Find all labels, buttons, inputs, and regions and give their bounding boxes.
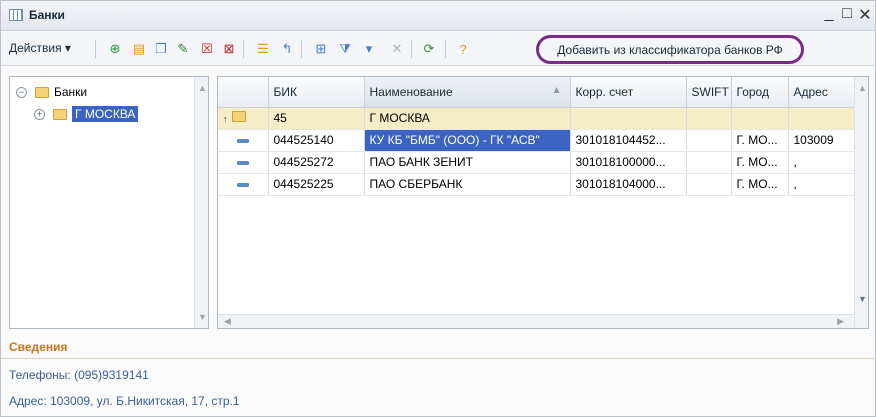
- add-from-classifier-label: Добавить из классификатора банков РФ: [557, 42, 783, 57]
- toolbar: Действия ▾ ⊕ ▤ ❐ ✎ ☒ ⊠ ☰ ↰ ⊞ ⧩ ▾ ✕ ⟳ ? Д…: [1, 32, 875, 66]
- item-icon: [236, 182, 249, 187]
- groups-tree: − Банки + Г МОСКВА ▲ ▼: [9, 76, 209, 329]
- column-header-city[interactable]: Город: [731, 77, 789, 108]
- delete-icon[interactable]: ☒: [197, 39, 217, 59]
- tree-item-root[interactable]: − Банки: [16, 83, 87, 101]
- filter-history-icon[interactable]: ▾: [359, 39, 379, 59]
- folder-icon: [53, 108, 67, 120]
- scroll-up-icon[interactable]: ▲: [858, 83, 867, 93]
- toolbar-separator: [243, 40, 244, 58]
- tree-item-moscow[interactable]: + Г МОСКВА: [34, 105, 139, 123]
- scroll-down-icon[interactable]: ▼: [858, 294, 867, 304]
- close-button[interactable]: ✕: [857, 5, 873, 25]
- banks-table: БИК Наименование ▲ Корр. счет SWIFT Горо…: [218, 77, 857, 196]
- edit-icon[interactable]: ✎: [173, 39, 193, 59]
- cell-bik: 044525272: [268, 151, 365, 174]
- scroll-up-icon[interactable]: ▲: [198, 83, 207, 93]
- cell-corr: 301018104000...: [570, 173, 687, 196]
- cell-swift: [686, 151, 732, 174]
- window-title: Банки: [29, 8, 65, 22]
- column-header-address[interactable]: Адрес: [788, 77, 857, 108]
- scroll-right-icon[interactable]: ▶: [837, 316, 844, 327]
- group-icon-cell: ↑: [218, 107, 269, 130]
- clear-filter-icon[interactable]: ✕: [387, 39, 407, 59]
- toolbar-separator: [301, 40, 302, 58]
- cell-bik: 044525140: [268, 129, 365, 152]
- level-up-arrow-icon: ↑: [223, 114, 228, 124]
- toolbar-separator: [95, 40, 96, 58]
- banks-window: Банки _ □ ✕ Действия ▾ ⊕ ▤ ❐ ✎ ☒ ⊠ ☰ ↰ ⊞…: [0, 0, 876, 417]
- level-up-icon[interactable]: ↰: [277, 39, 297, 59]
- column-header-swift[interactable]: SWIFT: [686, 77, 732, 108]
- cell-corr: 301018100000...: [570, 151, 687, 174]
- actions-menu-button[interactable]: Действия ▾: [9, 41, 71, 55]
- group-name: Г МОСКВА: [364, 107, 571, 130]
- item-icon: [236, 160, 249, 165]
- cell-address: 103009: [788, 129, 857, 152]
- table-row[interactable]: 044525272 ПАО БАНК ЗЕНИТ 301018100000...…: [218, 151, 857, 174]
- filter-value-icon[interactable]: ⊞: [311, 39, 331, 59]
- column-header-name[interactable]: Наименование ▲: [364, 77, 571, 108]
- cell-address: ,: [788, 173, 857, 196]
- cell-bik: 044525225: [268, 173, 365, 196]
- tree-item-label: Банки: [54, 85, 88, 99]
- column-header-label: Наименование: [369, 84, 453, 99]
- collapse-icon[interactable]: −: [16, 86, 27, 98]
- table-row[interactable]: 044525225 ПАО СБЕРБАНК 301018104000... Г…: [218, 173, 857, 196]
- copy-icon[interactable]: ❐: [151, 39, 171, 59]
- details-panel: Сведения Телефоны: (095)9319141 Адрес: 1…: [1, 334, 875, 416]
- folder-icon: [35, 86, 49, 98]
- table-row[interactable]: 044525140 КУ КБ "БМБ" (ООО) - ГК "АСВ" 3…: [218, 129, 857, 152]
- cell-swift: [686, 129, 732, 152]
- cell-city: Г. МО...: [731, 129, 789, 152]
- minimize-button[interactable]: _: [821, 5, 837, 23]
- hierarchy-icon[interactable]: ☰: [253, 39, 273, 59]
- cell-city: Г. МО...: [731, 151, 789, 174]
- cell-swift: [686, 173, 732, 196]
- cell-name: ПАО БАНК ЗЕНИТ: [364, 151, 571, 174]
- group-code: 45: [268, 107, 365, 130]
- details-phones: Телефоны: (095)9319141: [9, 368, 149, 382]
- table-row-group[interactable]: ↑ 45 Г МОСКВА: [218, 107, 857, 130]
- column-header-corr[interactable]: Корр. счет: [570, 77, 687, 108]
- cell-name: КУ КБ "БМБ" (ООО) - ГК "АСВ": [364, 129, 571, 152]
- refresh-icon[interactable]: ⟳: [419, 39, 439, 59]
- toolbar-separator: [445, 40, 446, 58]
- table-vertical-scrollbar[interactable]: ▲ ▼: [854, 77, 868, 328]
- mark-deletion-icon[interactable]: ⊠: [219, 39, 239, 59]
- item-icon: [236, 138, 249, 143]
- cell-address: ,: [788, 151, 857, 174]
- table-horizontal-scrollbar[interactable]: ◀ ▶: [218, 314, 854, 328]
- details-address: Адрес: 103009, ул. Б.Никитская, 17, стр.…: [9, 394, 240, 408]
- help-icon[interactable]: ?: [453, 39, 473, 59]
- add-group-icon[interactable]: ▤: [129, 39, 149, 59]
- sort-icon: ▲: [551, 84, 562, 96]
- maximize-button[interactable]: □: [839, 5, 855, 23]
- column-header-icon[interactable]: [218, 77, 269, 108]
- add-icon[interactable]: ⊕: [105, 39, 125, 59]
- row-icon-cell: [218, 151, 269, 174]
- title-bar: Банки _ □ ✕: [1, 1, 875, 31]
- expand-icon[interactable]: +: [34, 108, 45, 120]
- details-header: Сведения: [9, 340, 68, 354]
- banks-table-panel: БИК Наименование ▲ Корр. счет SWIFT Горо…: [217, 76, 869, 329]
- toolbar-separator: [411, 40, 412, 58]
- cell-corr: 301018104452...: [570, 129, 687, 152]
- cell-name: ПАО СБЕРБАНК: [364, 173, 571, 196]
- table-icon: [9, 9, 23, 21]
- row-icon-cell: [218, 129, 269, 152]
- scroll-down-icon[interactable]: ▼: [198, 312, 207, 322]
- add-from-classifier-button[interactable]: Добавить из классификатора банков РФ: [536, 35, 804, 64]
- cell-city: Г. МО...: [731, 173, 789, 196]
- table-header-row: БИК Наименование ▲ Корр. счет SWIFT Горо…: [218, 77, 857, 108]
- tree-scrollbar[interactable]: ▲ ▼: [194, 77, 208, 328]
- tree-item-label: Г МОСКВА: [72, 106, 139, 122]
- folder-icon: [231, 111, 246, 122]
- filter-icon[interactable]: ⧩: [335, 39, 355, 59]
- row-icon-cell: [218, 173, 269, 196]
- scroll-left-icon[interactable]: ◀: [224, 316, 231, 327]
- column-header-bik[interactable]: БИК: [268, 77, 365, 108]
- details-divider: [1, 358, 875, 359]
